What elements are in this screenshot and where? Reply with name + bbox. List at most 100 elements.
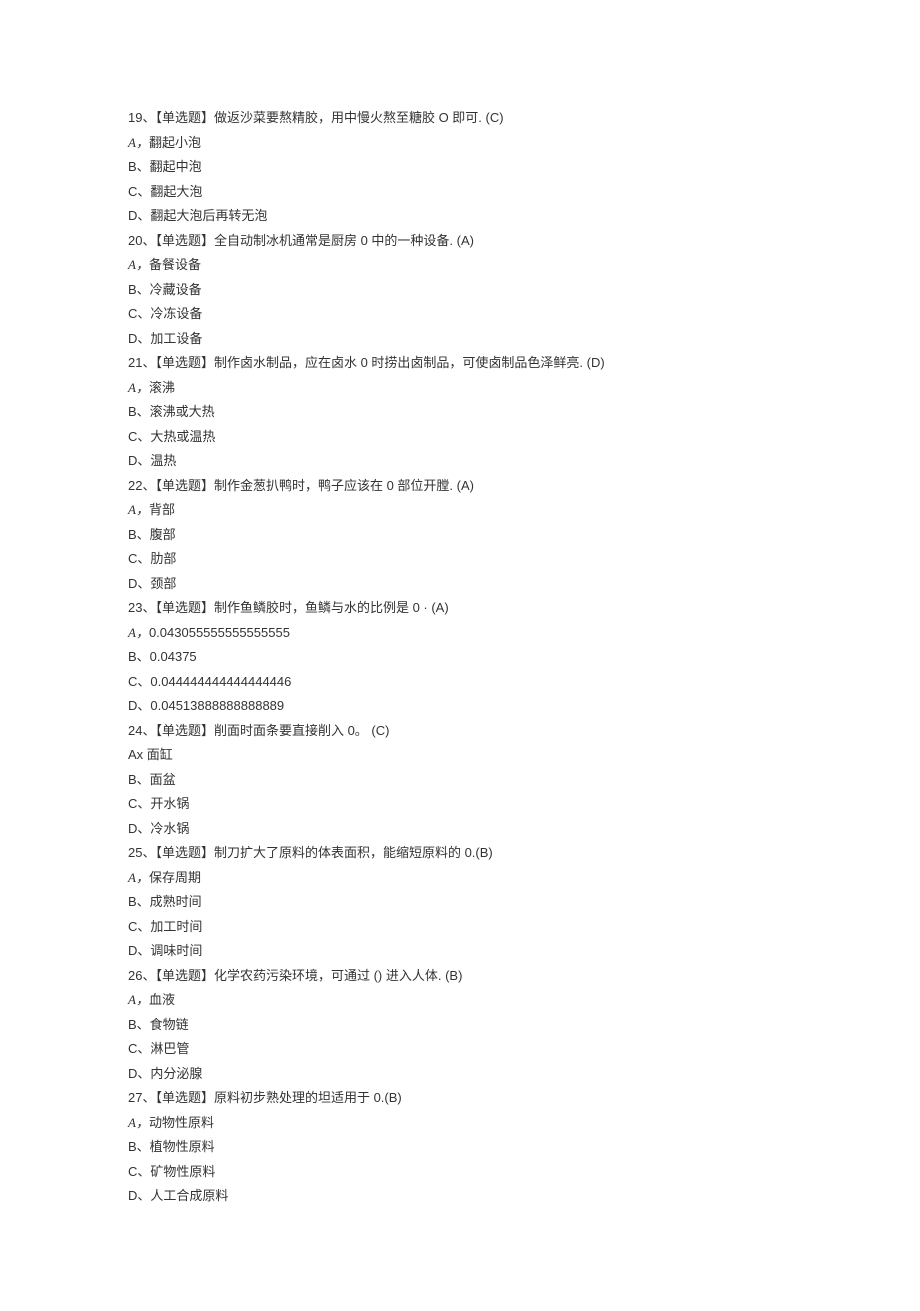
question-text: 23、【单选题】制作鱼鳞胶时，鱼鳞与水的比例是 0 · (A) — [128, 598, 792, 618]
option-prefix: B、 — [128, 404, 150, 419]
option-b: B、冷藏设备 — [128, 280, 792, 300]
option-prefix: A， — [128, 870, 149, 885]
option-prefix: Ax — [128, 747, 147, 762]
option-text: 肋部 — [150, 551, 176, 566]
option-prefix: B、 — [128, 1017, 150, 1032]
option-prefix: D、 — [128, 453, 150, 468]
question-23: 23、【单选题】制作鱼鳞胶时，鱼鳞与水的比例是 0 · (A) A，0.0430… — [128, 598, 792, 716]
option-text: 成熟时间 — [150, 894, 202, 909]
question-text: 20、【单选题】全自动制冰机通常是厨房 0 中的一种设备. (A) — [128, 231, 792, 251]
option-b: B、翻起中泡 — [128, 157, 792, 177]
option-prefix: A， — [128, 992, 149, 1007]
option-prefix: B、 — [128, 772, 150, 787]
option-d: D、加工设备 — [128, 329, 792, 349]
option-prefix: D、 — [128, 331, 150, 346]
option-text: 面盆 — [150, 772, 176, 787]
option-text: 冷水锅 — [150, 821, 189, 836]
option-prefix: D、 — [128, 576, 150, 591]
option-prefix: C、 — [128, 551, 150, 566]
option-text: 加工设备 — [150, 331, 202, 346]
option-prefix: C、 — [128, 1164, 150, 1179]
option-d: D、翻起大泡后再转无泡 — [128, 206, 792, 226]
option-a: A，背部 — [128, 500, 792, 520]
option-text: 大热或温热 — [150, 429, 215, 444]
option-text: 内分泌腺 — [150, 1066, 202, 1081]
option-a: A，翻起小泡 — [128, 133, 792, 153]
option-text: 调味时间 — [150, 943, 202, 958]
option-prefix: D、 — [128, 1188, 150, 1203]
question-20: 20、【单选题】全自动制冰机通常是厨房 0 中的一种设备. (A) A，备餐设备… — [128, 231, 792, 349]
option-prefix: B、 — [128, 282, 150, 297]
option-text: 加工时间 — [150, 919, 202, 934]
option-text: 颈部 — [150, 576, 176, 591]
option-a: A，血液 — [128, 990, 792, 1010]
question-25: 25、【单选题】制刀扩大了原料的体表面积，能缩短原料的 0.(B) A，保存周期… — [128, 843, 792, 961]
option-text: 人工合成原料 — [150, 1188, 228, 1203]
question-text: 26、【单选题】化学农药污染环境，可通过 () 进入人体. (B) — [128, 966, 792, 986]
option-c: C、0.044444444444444446 — [128, 672, 792, 692]
option-text: 开水锅 — [150, 796, 189, 811]
option-prefix: C、 — [128, 919, 150, 934]
option-text: 动物性原料 — [149, 1115, 214, 1130]
option-text: 血液 — [149, 992, 175, 1007]
option-c: C、开水锅 — [128, 794, 792, 814]
option-text: 保存周期 — [149, 870, 201, 885]
option-text: 矿物性原料 — [150, 1164, 215, 1179]
option-prefix: C、 — [128, 1041, 150, 1056]
option-b: B、面盆 — [128, 770, 792, 790]
option-text: 0.044444444444444446 — [150, 674, 291, 689]
option-a: Ax 面缸 — [128, 745, 792, 765]
option-d: D、颈部 — [128, 574, 792, 594]
option-d: D、调味时间 — [128, 941, 792, 961]
option-c: C、矿物性原料 — [128, 1162, 792, 1182]
option-c: C、淋巴管 — [128, 1039, 792, 1059]
question-text: 19、【单选题】做返沙菜要熬精胶，用中慢火熬至糖胶 O 即可. (C) — [128, 108, 792, 128]
option-text: 翻起大泡 — [150, 184, 202, 199]
option-prefix: A， — [128, 1115, 149, 1130]
option-prefix: B、 — [128, 894, 150, 909]
question-text: 22、【单选题】制作金葱扒鸭时，鸭子应该在 0 部位开膛. (A) — [128, 476, 792, 496]
option-a: A，滚沸 — [128, 378, 792, 398]
question-text: 21、【单选题】制作卤水制品，应在卤水 0 时捞出卤制品，可使卤制品色泽鲜亮. … — [128, 353, 792, 373]
option-text: 滚沸 — [149, 380, 175, 395]
option-prefix: B、 — [128, 649, 150, 664]
option-prefix: C、 — [128, 796, 150, 811]
option-prefix: A， — [128, 625, 149, 640]
option-text: 0.04375 — [150, 649, 197, 664]
option-a: A，动物性原料 — [128, 1113, 792, 1133]
option-prefix: D、 — [128, 943, 150, 958]
option-text: 0.04513888888888889 — [150, 698, 284, 713]
option-prefix: D、 — [128, 698, 150, 713]
option-c: C、肋部 — [128, 549, 792, 569]
question-24: 24、【单选题】削面时面条要直接削入 0。 (C) Ax 面缸 B、面盆 C、开… — [128, 721, 792, 839]
option-b: B、0.04375 — [128, 647, 792, 667]
option-d: D、人工合成原料 — [128, 1186, 792, 1206]
option-text: 淋巴管 — [150, 1041, 189, 1056]
question-26: 26、【单选题】化学农药污染环境，可通过 () 进入人体. (B) A，血液 B… — [128, 966, 792, 1084]
question-21: 21、【单选题】制作卤水制品，应在卤水 0 时捞出卤制品，可使卤制品色泽鲜亮. … — [128, 353, 792, 471]
option-prefix: B、 — [128, 159, 150, 174]
option-prefix: D、 — [128, 208, 150, 223]
option-text: 翻起小泡 — [149, 135, 201, 150]
option-text: 0.043055555555555555 — [149, 625, 290, 640]
document-content: 19、【单选题】做返沙菜要熬精胶，用中慢火熬至糖胶 O 即可. (C) A，翻起… — [128, 108, 792, 1206]
option-text: 翻起大泡后再转无泡 — [150, 208, 267, 223]
option-d: D、0.04513888888888889 — [128, 696, 792, 716]
option-text: 温热 — [150, 453, 176, 468]
option-prefix: A， — [128, 380, 149, 395]
option-prefix: B、 — [128, 1139, 150, 1154]
option-d: D、温热 — [128, 451, 792, 471]
option-text: 面缸 — [147, 747, 173, 762]
option-prefix: A， — [128, 502, 149, 517]
option-text: 腹部 — [150, 527, 176, 542]
question-27: 27、【单选题】原料初步熟处理的坦适用于 0.(B) A，动物性原料 B、植物性… — [128, 1088, 792, 1206]
question-19: 19、【单选题】做返沙菜要熬精胶，用中慢火熬至糖胶 O 即可. (C) A，翻起… — [128, 108, 792, 226]
option-c: C、翻起大泡 — [128, 182, 792, 202]
option-prefix: D、 — [128, 1066, 150, 1081]
option-b: B、成熟时间 — [128, 892, 792, 912]
option-b: B、食物链 — [128, 1015, 792, 1035]
option-d: D、内分泌腺 — [128, 1064, 792, 1084]
option-prefix: C、 — [128, 429, 150, 444]
option-prefix: C、 — [128, 674, 150, 689]
option-text: 滚沸或大热 — [150, 404, 215, 419]
